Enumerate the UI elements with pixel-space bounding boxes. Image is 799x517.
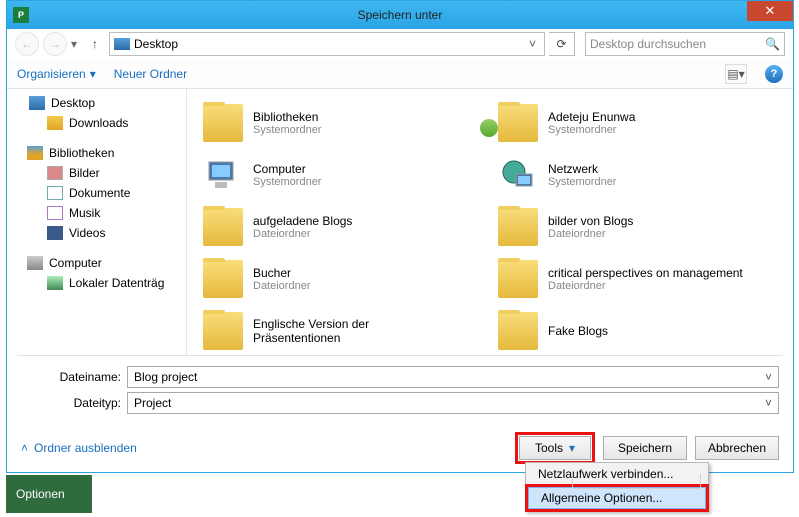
toolbar: Organisieren ▾ Neuer Ordner ▤▾ ? — [7, 59, 793, 89]
chevron-down-icon: ▾ — [90, 67, 96, 81]
up-button[interactable]: ↑ — [85, 34, 105, 54]
computer-icon — [27, 256, 43, 270]
list-item[interactable]: Fake Blogs — [490, 305, 785, 355]
list-item[interactable]: BucherDateiordner — [195, 253, 490, 305]
tree-downloads[interactable]: Downloads — [7, 113, 186, 133]
libraries-icon — [27, 146, 43, 160]
tree-computer[interactable]: Computer — [7, 253, 186, 273]
tree-desktop[interactable]: Desktop — [7, 93, 186, 113]
tree-videos[interactable]: Videos — [7, 223, 186, 243]
forward-button[interactable]: → — [43, 32, 67, 56]
desktop-icon — [114, 38, 130, 50]
refresh-button[interactable]: ⟳ — [549, 32, 575, 56]
address-dropdown-icon[interactable]: ˅ — [525, 37, 540, 51]
tree-pictures[interactable]: Bilder — [7, 163, 186, 183]
folder-icon — [498, 208, 538, 246]
libraries-icon — [203, 104, 243, 142]
help-icon[interactable]: ? — [765, 65, 783, 83]
tools-button[interactable]: Tools ▾ — [519, 436, 591, 460]
list-item[interactable]: Adeteju EnunwaSystemordner — [490, 97, 785, 149]
chevron-down-icon[interactable]: ˅ — [765, 396, 772, 410]
location-text: Desktop — [134, 37, 525, 51]
fields: Dateiname: Blog project ˅ Dateityp: Proj… — [7, 356, 793, 420]
desktop-icon — [29, 96, 45, 110]
nav-tree: Desktop Downloads Bibliotheken Bilder Do… — [7, 89, 187, 355]
folder-icon — [498, 260, 538, 298]
window-title: Speichern unter — [358, 8, 443, 22]
titlebar: P Speichern unter ✕ — [7, 1, 793, 29]
folder-icon — [203, 260, 243, 298]
drive-icon — [47, 276, 63, 290]
app-icon: P — [13, 7, 29, 23]
tree-libraries[interactable]: Bibliotheken — [7, 143, 186, 163]
list-item[interactable]: ComputerSystemordner — [195, 149, 490, 201]
search-icon: 🔍 — [765, 37, 780, 51]
filetype-select[interactable]: Project ˅ — [127, 392, 779, 414]
save-as-dialog: P Speichern unter ✕ ← → ▾ ↑ Desktop ˅ ⟳ … — [6, 0, 794, 473]
user-folder-icon — [498, 104, 538, 142]
list-item[interactable]: Englische Version derPräsententionen — [195, 305, 490, 355]
back-button[interactable]: ← — [15, 32, 39, 56]
chevron-down-icon: ▾ — [569, 441, 575, 455]
list-item[interactable]: BibliothekenSystemordner — [195, 97, 490, 149]
list-item[interactable]: critical perspectives on managementDatei… — [490, 253, 785, 305]
nav-row: ← → ▾ ↑ Desktop ˅ ⟳ Desktop durchsuchen … — [7, 29, 793, 59]
menu-general-options[interactable]: Allgemeine Optionen... — [528, 487, 706, 509]
tree-music[interactable]: Musik — [7, 203, 186, 223]
save-button[interactable]: Speichern — [603, 436, 687, 460]
folder-icon — [47, 116, 63, 130]
user-icon — [480, 119, 498, 137]
list-item[interactable]: aufgeladene BlogsDateiordner — [195, 201, 490, 253]
filetype-label: Dateityp: — [21, 396, 121, 410]
folder-icon — [203, 208, 243, 246]
hide-folders-button[interactable]: ˄ Ordner ausblenden — [21, 441, 137, 455]
chevron-up-icon: ˄ — [21, 441, 28, 455]
folder-icon — [498, 312, 538, 350]
documents-icon — [47, 186, 63, 200]
network-icon — [498, 156, 538, 194]
list-item[interactable]: NetzwerkSystemordner — [490, 149, 785, 201]
filename-input[interactable]: Blog project ˅ — [127, 366, 779, 388]
body: Desktop Downloads Bibliotheken Bilder Do… — [7, 89, 793, 355]
computer-icon — [203, 156, 243, 194]
music-icon — [47, 206, 63, 220]
tools-menu: Netzlaufwerk verbinden... Allgemeine Opt… — [525, 462, 709, 512]
filename-label: Dateiname: — [21, 370, 121, 384]
view-button[interactable]: ▤▾ — [725, 64, 747, 84]
ribbon-options-tab[interactable]: Optionen — [6, 475, 92, 513]
menu-map-drive[interactable]: Netzlaufwerk verbinden... — [526, 463, 708, 485]
videos-icon — [47, 226, 63, 240]
pictures-icon — [47, 166, 63, 180]
search-input[interactable]: Desktop durchsuchen 🔍 — [585, 32, 785, 56]
tree-localdisk[interactable]: Lokaler Datenträg — [7, 273, 186, 293]
file-list: BibliothekenSystemordner Adeteju EnunwaS… — [187, 89, 793, 355]
address-bar[interactable]: Desktop ˅ — [109, 32, 545, 56]
search-placeholder: Desktop durchsuchen — [590, 37, 765, 51]
highlight-frame: Tools ▾ — [515, 432, 595, 464]
new-folder-button[interactable]: Neuer Ordner — [114, 67, 187, 81]
chevron-down-icon[interactable]: ˅ — [765, 370, 772, 384]
history-dropdown-icon[interactable]: ▾ — [71, 37, 81, 51]
list-item[interactable]: bilder von BlogsDateiordner — [490, 201, 785, 253]
organize-button[interactable]: Organisieren ▾ — [17, 67, 96, 81]
cancel-button[interactable]: Abbrechen — [695, 436, 779, 460]
tree-documents[interactable]: Dokumente — [7, 183, 186, 203]
folder-icon — [203, 312, 243, 350]
close-button[interactable]: ✕ — [747, 1, 793, 21]
